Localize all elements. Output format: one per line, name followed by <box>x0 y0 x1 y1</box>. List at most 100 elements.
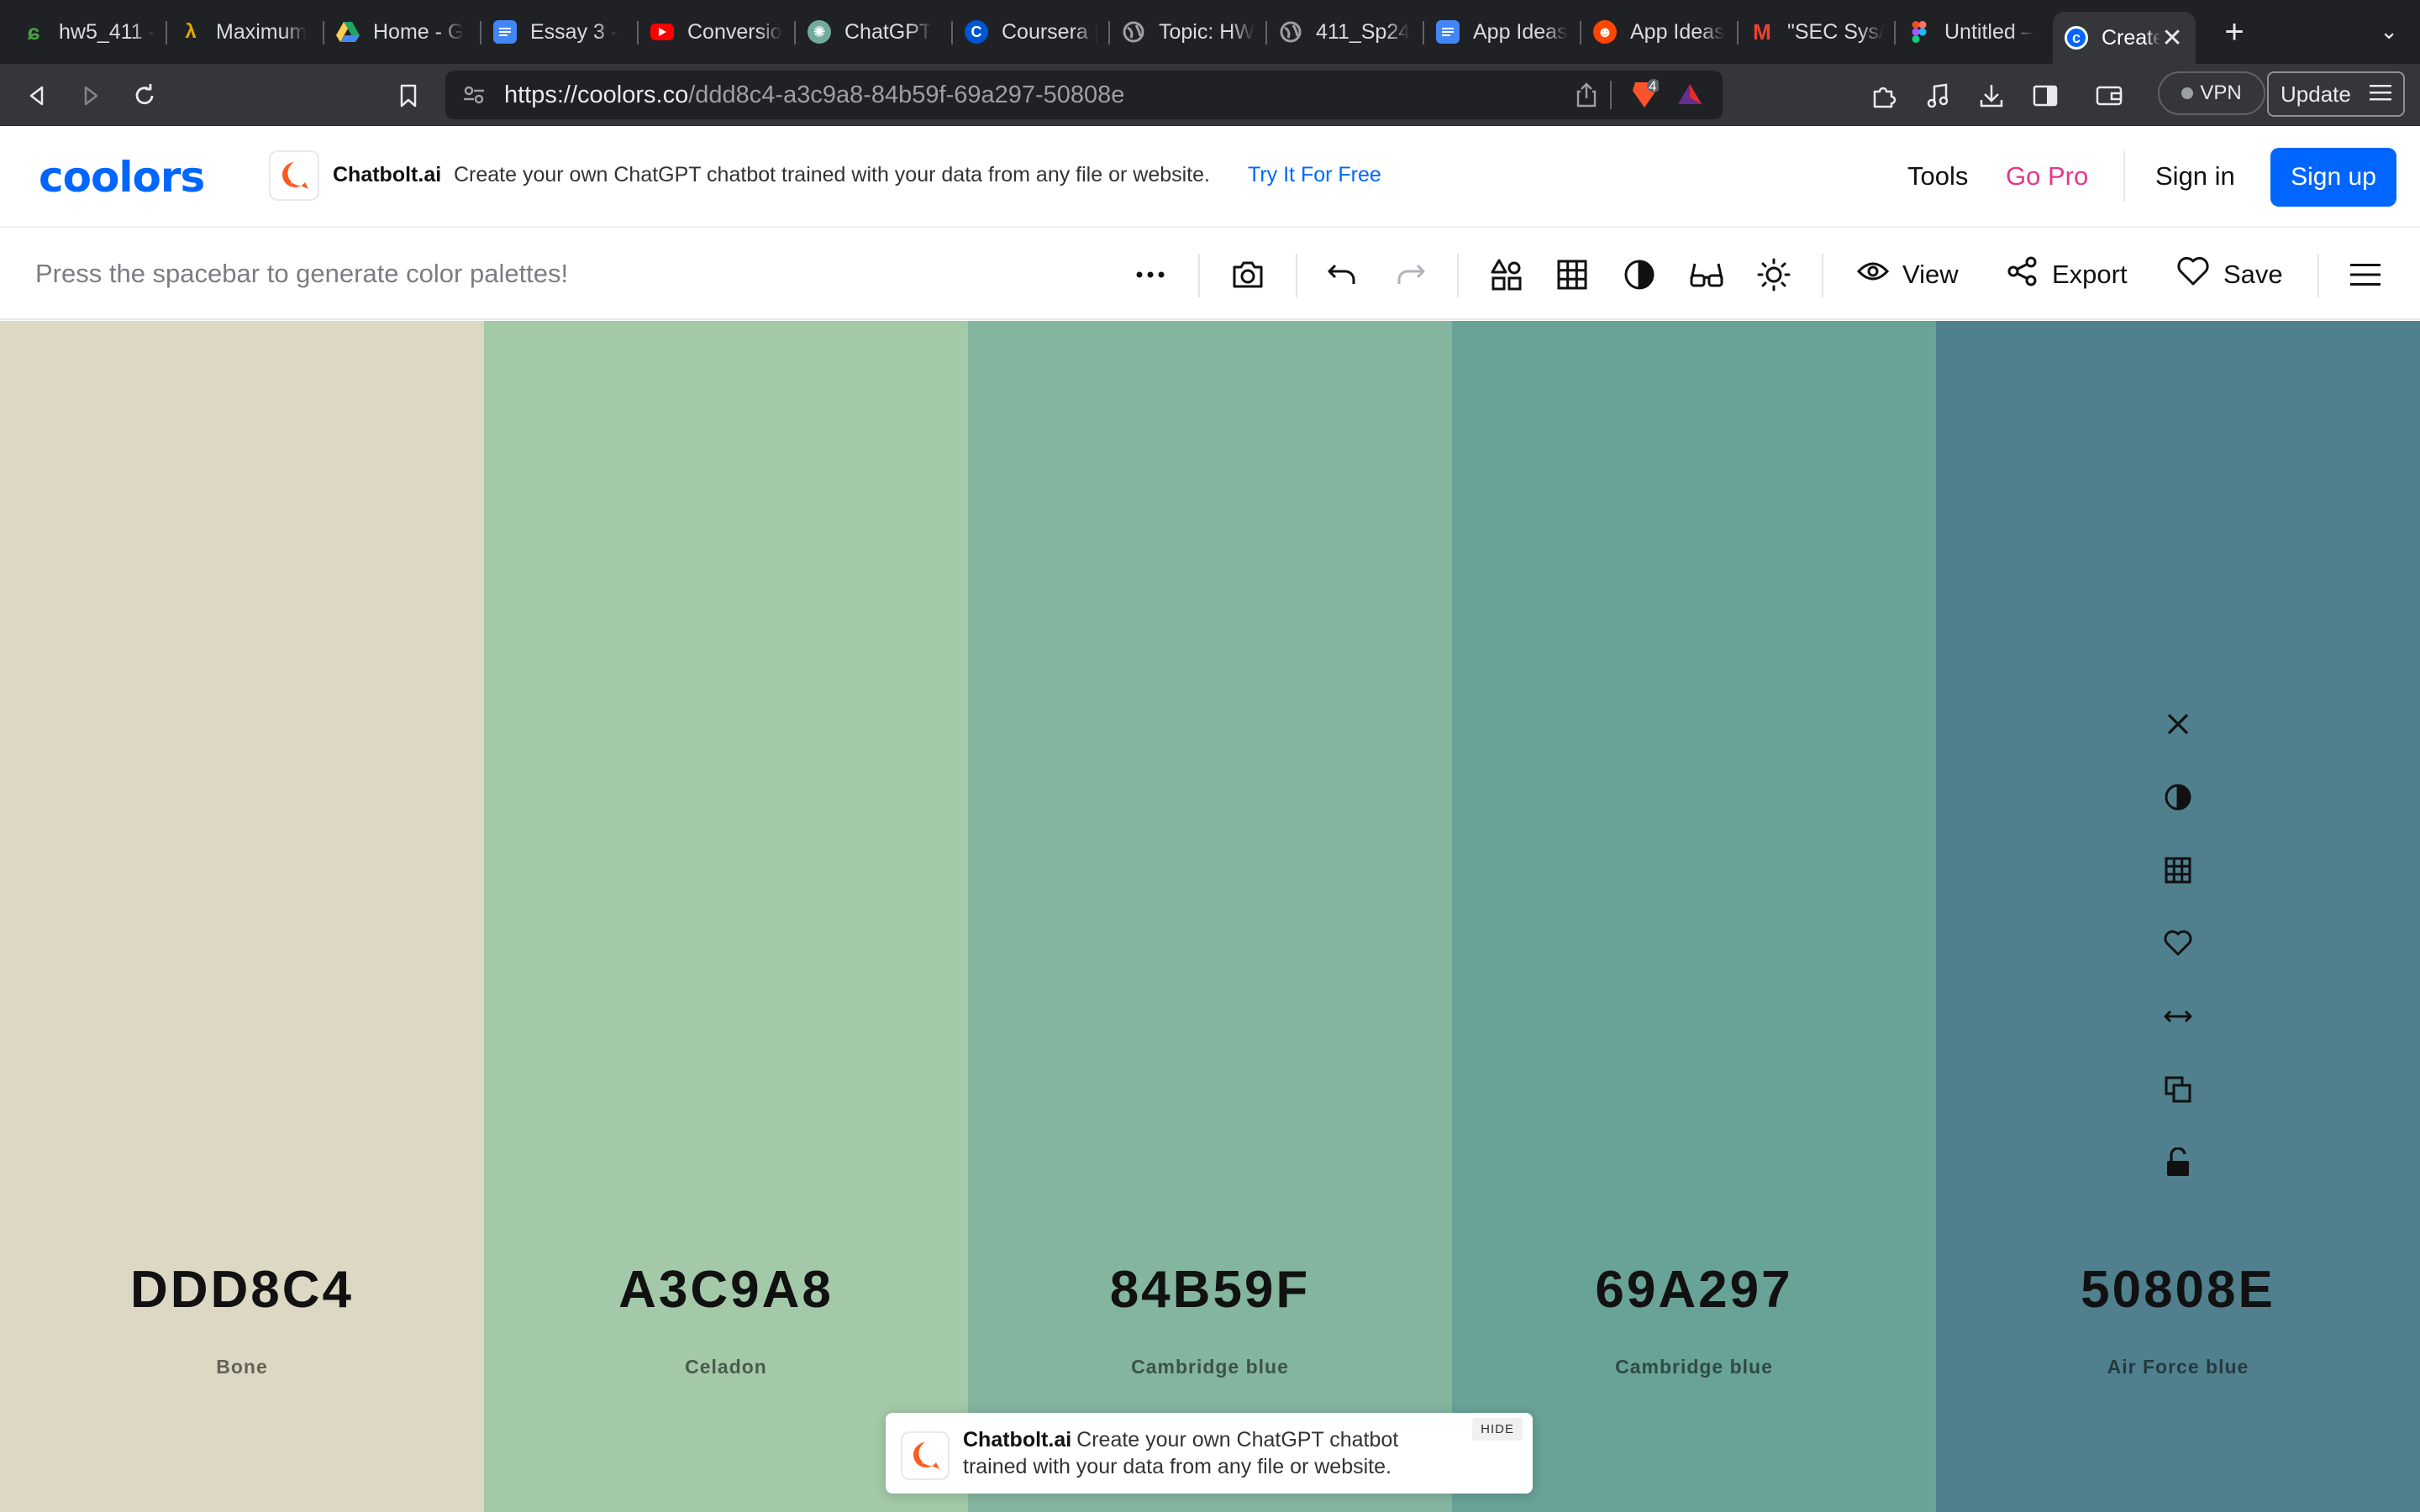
browser-tab[interactable]: Home - G <box>324 8 481 56</box>
palette-toolbar: Press the spacebar to generate color pal… <box>0 228 2420 320</box>
vpn-button[interactable]: VPN <box>2158 71 2265 115</box>
update-button[interactable]: Update <box>2267 71 2405 117</box>
media-icon[interactable] <box>1921 79 1954 113</box>
color-name[interactable]: Air Force blue <box>1936 1356 2420 1378</box>
hex-code[interactable]: 84B59F <box>968 1260 1452 1320</box>
figma-icon <box>1907 20 1931 44</box>
color-name[interactable]: Cambridge blue <box>968 1356 1452 1378</box>
forward-icon[interactable] <box>74 79 108 113</box>
view-button[interactable]: View <box>1856 254 1959 296</box>
gmail-icon: M <box>1753 18 1771 45</box>
close-tab-icon[interactable]: ✕ <box>2160 24 2184 53</box>
sun-icon[interactable] <box>1754 255 1793 294</box>
hex-code[interactable]: DDD8C4 <box>0 1260 484 1320</box>
coolors-logo[interactable]: coolors <box>39 153 205 202</box>
url-text: https://coolors.co/ddd8c4-a3c9a8-84b59f-… <box>504 81 1124 109</box>
bottom-ad-text: Chatbolt.ai Create your own ChatGPT chatb… <box>963 1426 1467 1480</box>
copy-icon[interactable] <box>2158 1069 2198 1110</box>
tab-label: Coursera | <box>1002 19 1098 44</box>
color-swatch[interactable]: 84B59F Cambridge blue <box>968 321 1452 1512</box>
color-swatch[interactable]: 69A297 Cambridge blue <box>1452 321 1936 1512</box>
python-icon: λ <box>185 20 197 43</box>
brave-badge: 4 <box>1649 78 1657 94</box>
google-docs-icon <box>493 20 517 44</box>
url-path: /ddd8c4-a3c9a8-84b59f-69a297-50808e <box>688 81 1125 108</box>
back-icon[interactable] <box>20 79 54 113</box>
hide-ad-button[interactable]: HIDE <box>1472 1418 1523 1441</box>
remove-color-icon[interactable] <box>2158 704 2198 744</box>
export-button[interactable]: Export <box>2007 254 2128 296</box>
chatbolt-logo-icon[interactable] <box>269 150 319 201</box>
shades-icon[interactable] <box>2158 777 2198 817</box>
camera-icon[interactable] <box>1228 255 1267 294</box>
chevron-down-icon[interactable]: ⌄ <box>2380 18 2398 45</box>
share-icon[interactable] <box>1576 82 1597 112</box>
reload-icon[interactable] <box>128 79 161 113</box>
browser-tab[interactable]: ☻ App Ideas <box>1581 8 1739 56</box>
hex-code[interactable]: 69A297 <box>1452 1260 1936 1320</box>
tab-label: Conversio <box>687 19 782 44</box>
tab-label: Create <box>2102 25 2161 50</box>
nav-tools-link[interactable]: Tools <box>1907 161 1968 192</box>
color-palette: DDD8C4 Bone A3C9A8 Celadon 84B59F Cambri… <box>0 321 2420 1512</box>
save-button[interactable]: Save <box>2176 254 2283 296</box>
brave-shields-icon[interactable]: 4 <box>1630 78 1660 115</box>
browser-tab[interactable]: Topic: HW <box>1110 8 1267 56</box>
shapes-icon[interactable] <box>1487 255 1526 294</box>
ad-brand[interactable]: Chatbolt.ai <box>333 163 441 187</box>
wallet-icon[interactable] <box>2092 79 2126 113</box>
browser-tab-active[interactable]: c Create ✕ <box>2053 12 2196 64</box>
brave-rewards-icon[interactable] <box>1677 82 1702 110</box>
google-drive-icon <box>336 20 360 44</box>
bottom-ad-banner[interactable]: Chatbolt.ai Create your own ChatGPT chatb… <box>886 1413 1533 1494</box>
reddit-icon: ☻ <box>1593 20 1617 44</box>
browser-tab[interactable]: Essay 3 - <box>481 8 639 56</box>
sign-up-button[interactable]: Sign up <box>2270 148 2396 207</box>
color-swatch[interactable]: A3C9A8 Celadon <box>484 321 968 1512</box>
color-swatch-hovered[interactable]: 50808E Air Force blue <box>1936 321 2420 1512</box>
address-bar[interactable]: https://coolors.co/ddd8c4-a3c9a8-84b59f-… <box>445 71 1723 119</box>
browser-tab[interactable]: ✺ ChatGPT <box>796 8 953 56</box>
browser-tab[interactable]: M "SEC Sys/ <box>1739 8 1896 56</box>
hamburger-menu-icon[interactable] <box>2346 255 2385 294</box>
unlocked-icon[interactable] <box>2158 1142 2198 1183</box>
hex-code[interactable]: A3C9A8 <box>484 1260 968 1320</box>
bottom-ad-brand: Chatbolt.ai <box>963 1428 1072 1452</box>
bookmark-icon[interactable] <box>392 79 425 113</box>
browser-tab[interactable]: Untitled – <box>1896 8 2053 56</box>
contrast-icon[interactable] <box>1620 255 1659 294</box>
browser-tab[interactable]: C Coursera | <box>953 8 1110 56</box>
download-icon[interactable] <box>1975 79 2008 113</box>
swatch-tools <box>2158 704 2198 1215</box>
heart-icon <box>2176 256 2210 293</box>
sidebar-icon[interactable] <box>2028 79 2062 113</box>
color-name[interactable]: Celadon <box>484 1356 968 1378</box>
youtube-icon <box>650 24 674 40</box>
share-icon <box>2007 255 2039 294</box>
browser-tab[interactable]: App Ideas <box>1424 8 1581 56</box>
more-options-icon[interactable] <box>1131 255 1170 294</box>
drag-arrows-icon[interactable] <box>2158 996 2198 1037</box>
browser-toolbar: https://coolors.co/ddd8c4-a3c9a8-84b59f-… <box>0 64 2420 126</box>
site-settings-icon[interactable] <box>462 83 486 111</box>
redo-icon[interactable] <box>1392 255 1430 294</box>
browser-tab[interactable]: λ Maximum <box>167 8 324 56</box>
sign-in-link[interactable]: Sign in <box>2155 161 2235 192</box>
browser-tab[interactable]: ɕ hw5_411 - <box>10 8 167 56</box>
color-swatch[interactable]: DDD8C4 Bone <box>0 321 484 1512</box>
ad-text: Create your own ChatGPT chatbot trained … <box>454 163 1210 186</box>
grid-icon[interactable] <box>2158 850 2198 890</box>
glasses-icon[interactable] <box>1687 255 1726 294</box>
grid-icon[interactable] <box>1553 255 1591 294</box>
new-tab-icon[interactable]: + <box>2216 13 2253 51</box>
hex-code[interactable]: 50808E <box>1936 1260 2420 1320</box>
browser-tab[interactable]: 411_Sp24 <box>1267 8 1424 56</box>
color-name[interactable]: Cambridge blue <box>1452 1356 1936 1378</box>
color-name[interactable]: Bone <box>0 1356 484 1378</box>
browser-tab[interactable]: Conversio <box>639 8 796 56</box>
undo-icon[interactable] <box>1323 255 1361 294</box>
extensions-icon[interactable] <box>1867 79 1901 113</box>
heart-icon[interactable] <box>2158 923 2198 963</box>
ad-try-link[interactable]: Try It For Free <box>1248 163 1381 187</box>
nav-gopro-link[interactable]: Go Pro <box>2006 161 2088 192</box>
